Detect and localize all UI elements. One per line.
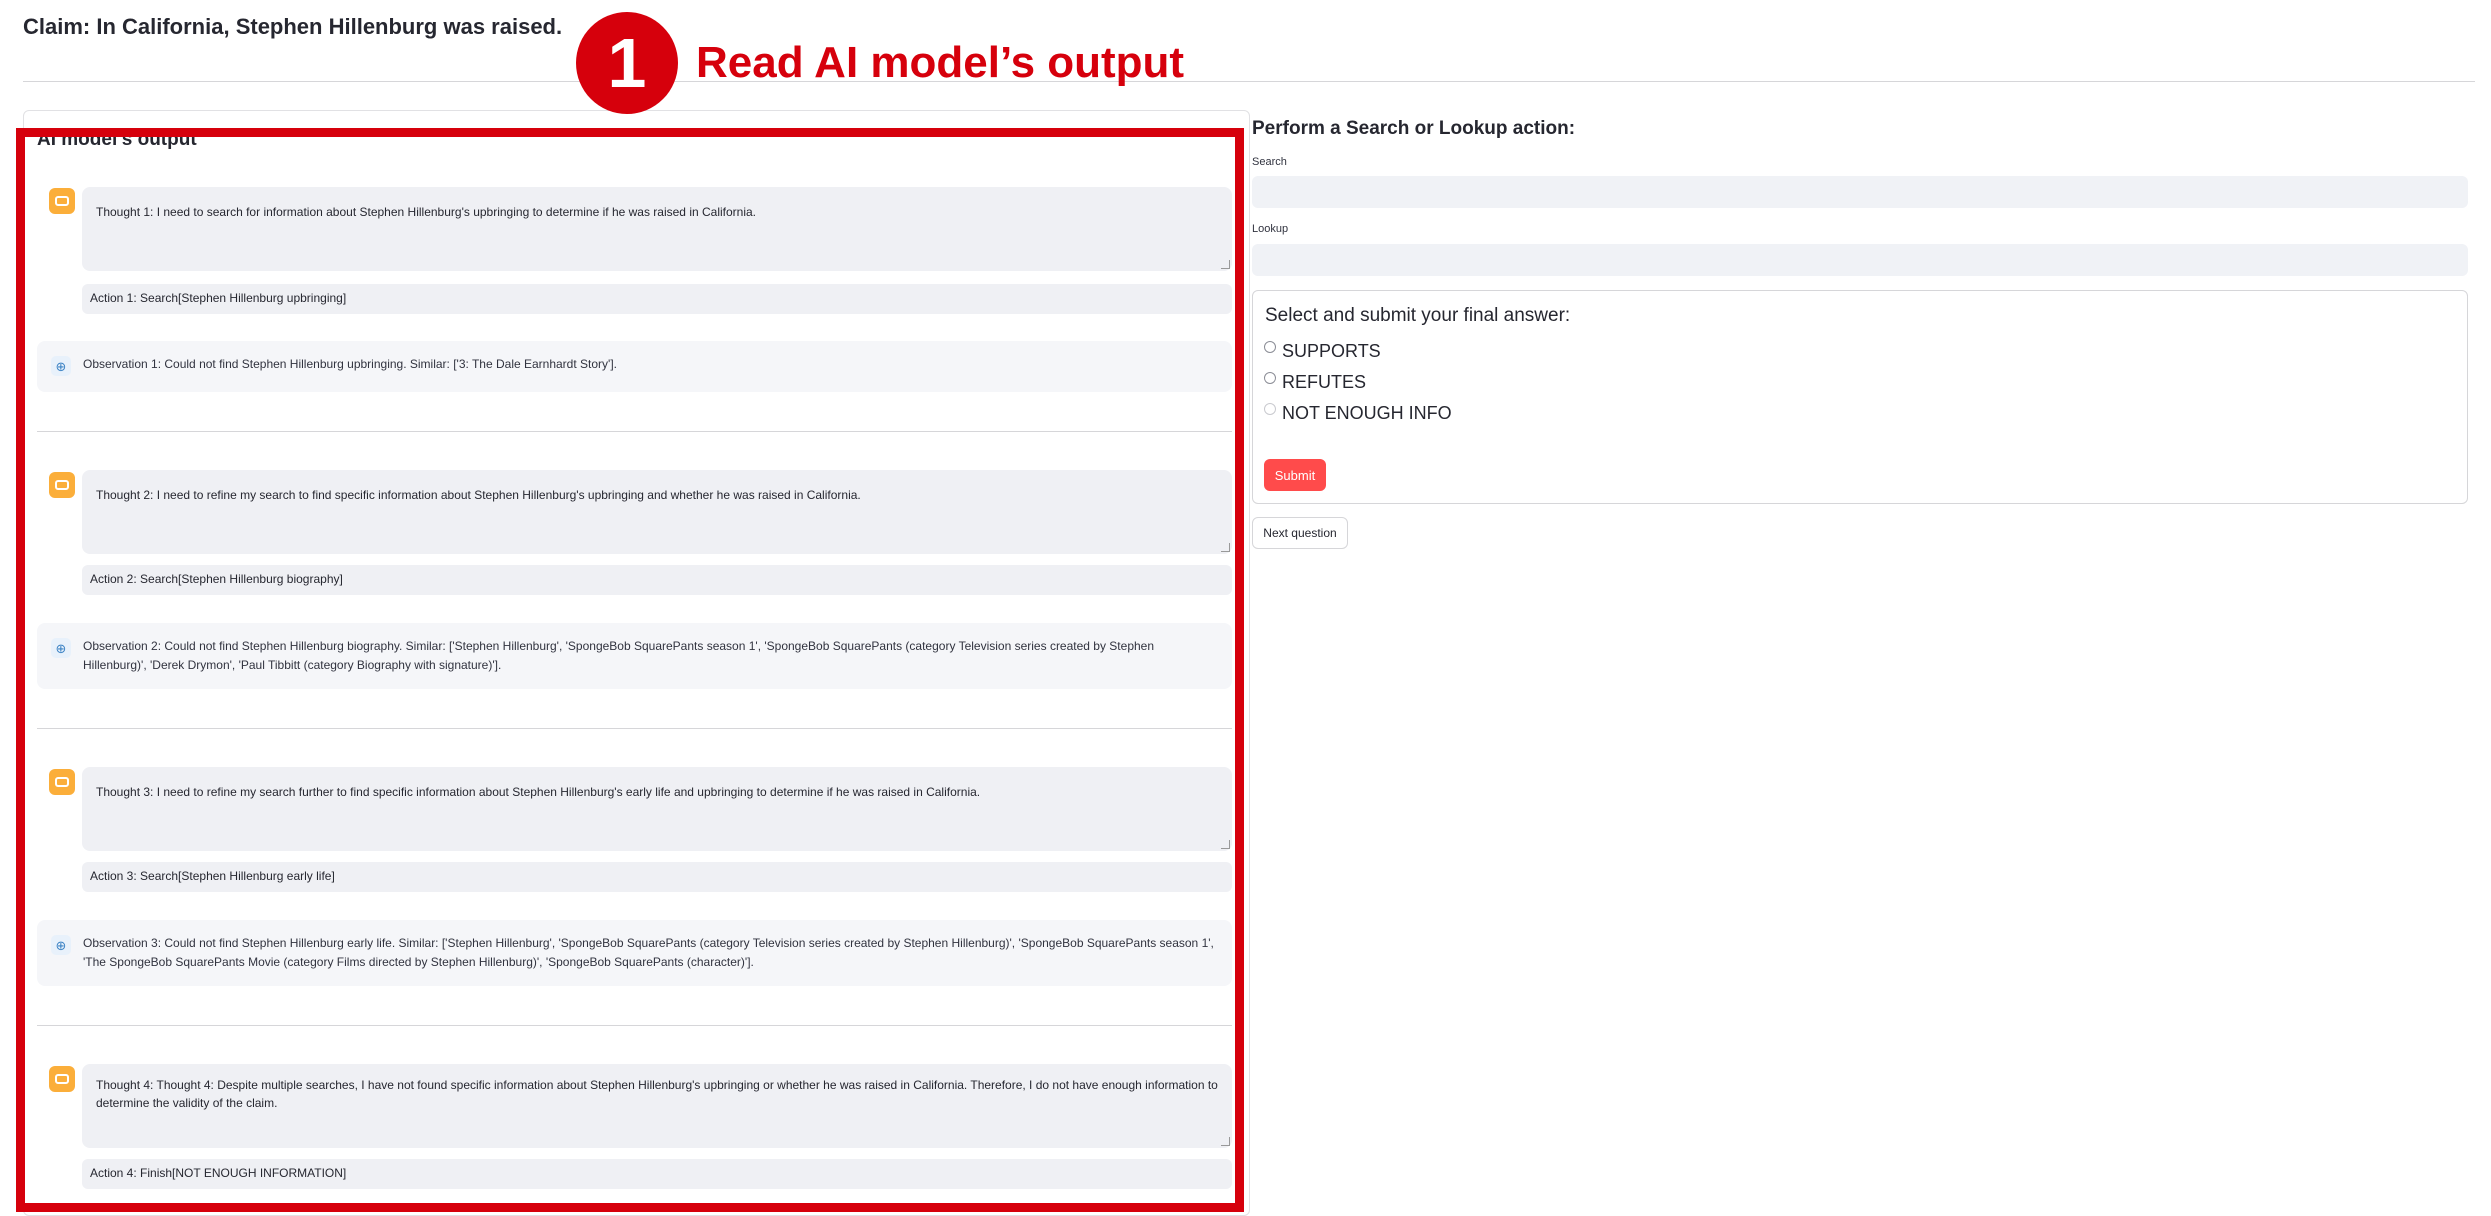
search-input[interactable] [1252,176,2468,208]
radio-label: NOT ENOUGH INFO [1282,403,1452,423]
lookup-input[interactable] [1252,244,2468,276]
search-label: Search [1252,156,1287,168]
annotation-label: Read AI model’s output [696,38,1185,87]
radio-circle[interactable] [1264,341,1276,353]
radio-refutes[interactable]: REFUTES [1264,372,1366,393]
highlight-frame [16,128,1244,1212]
step-number-badge: 1 [576,12,678,114]
submit-button[interactable]: Submit [1264,459,1326,491]
divider [23,81,2475,82]
radio-label: REFUTES [1282,372,1367,392]
radio-supports[interactable]: SUPPORTS [1264,341,1381,362]
radio-circle[interactable] [1264,372,1276,384]
radio-circle[interactable] [1264,403,1276,415]
radio-not-enough-info[interactable]: NOT ENOUGH INFO [1264,403,1452,424]
claim-text: Claim: In California, Stephen Hillenburg… [23,14,563,39]
actions-title: Perform a Search or Lookup action: [1252,118,1576,139]
lookup-label: Lookup [1252,223,1289,235]
next-question-button[interactable]: Next question [1252,517,1348,549]
radio-label: SUPPORTS [1282,341,1381,361]
answer-form-title: Select and submit your final answer: [1265,305,1571,326]
